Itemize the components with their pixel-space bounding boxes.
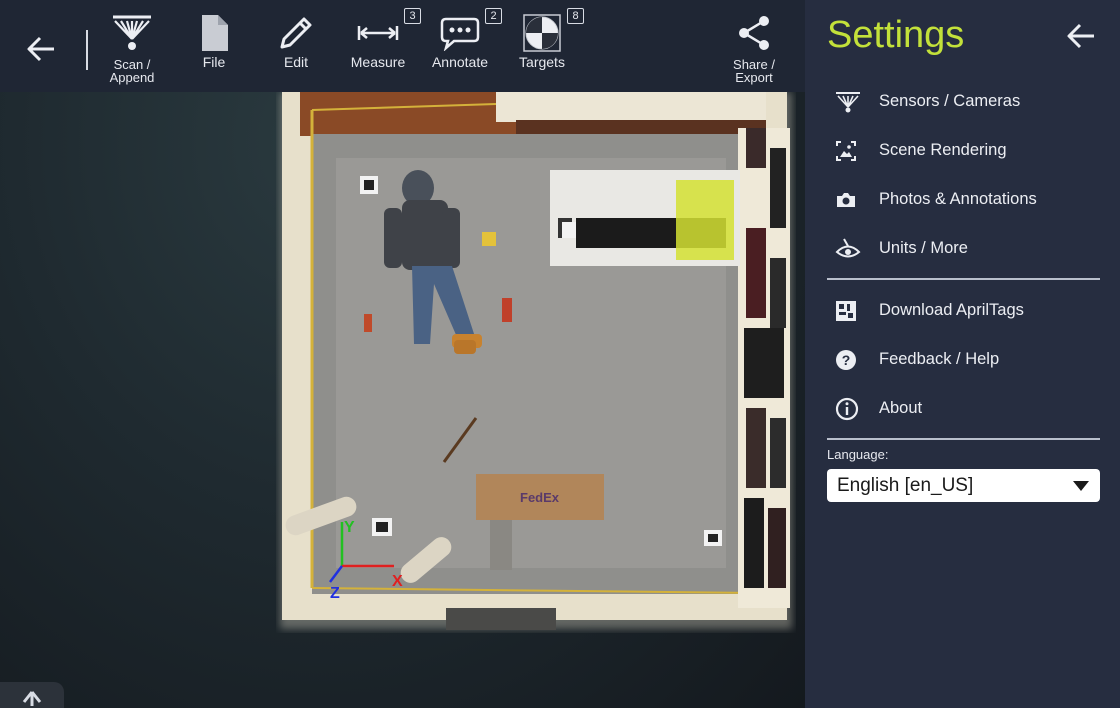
target-icon	[523, 14, 561, 52]
menu-item-about[interactable]: About	[827, 384, 1100, 433]
x-axis-label: X	[392, 573, 403, 590]
measure-icon	[357, 26, 399, 40]
upload-icon	[22, 691, 42, 706]
toolbar-separator	[86, 30, 88, 70]
menu-divider	[827, 278, 1100, 280]
image-icon	[836, 140, 856, 161]
apriltag-icon	[836, 300, 856, 321]
chevron-down-icon	[1073, 480, 1089, 491]
arrow-left-icon	[27, 36, 54, 62]
scan-append-button[interactable]: Scan / Append	[92, 10, 172, 86]
sensor-icon	[836, 91, 860, 112]
targets-label: Targets	[519, 54, 565, 70]
room-scan-render: FedEx Y X Z	[280, 90, 792, 630]
menu-label: Sensors / Cameras	[879, 92, 1021, 110]
edit-label: Edit	[283, 54, 309, 70]
pencil-icon	[280, 17, 312, 49]
arrow-left-icon	[1067, 23, 1094, 49]
measure-button[interactable]: 3 Measure	[338, 8, 421, 86]
menu-label: About	[879, 399, 923, 417]
settings-title: Settings	[827, 14, 965, 56]
annotate-count-badge: 2	[485, 8, 502, 24]
menu-item-units-more[interactable]: Units / More	[827, 224, 1100, 273]
targets-count-badge: 8	[567, 8, 584, 24]
scan-icon	[113, 15, 151, 50]
measure-label: Measure	[350, 54, 406, 70]
annotate-button[interactable]: 2 Annotate	[420, 8, 502, 86]
toolbar-back-button[interactable]	[20, 28, 62, 70]
scene-viewport[interactable]: FedEx Y X Z	[0, 0, 805, 708]
menu-item-sensors-cameras[interactable]: Sensors / Cameras	[827, 77, 1100, 126]
svg-text:?: ?	[842, 352, 851, 368]
share-icon	[739, 16, 769, 50]
file-icon	[202, 15, 228, 51]
help-icon: ?	[836, 349, 856, 370]
edit-button[interactable]: Edit	[256, 10, 336, 86]
targets-button[interactable]: 8 Targets	[502, 8, 584, 86]
language-select[interactable]: English [en_US]	[827, 469, 1100, 502]
share-export-button[interactable]: Share / Export	[714, 10, 794, 86]
camera-icon	[837, 192, 855, 207]
share-label-2: Export	[735, 70, 773, 85]
info-icon	[835, 397, 859, 420]
z-axis-label: Z	[330, 585, 340, 602]
annotate-label: Annotate	[431, 54, 489, 70]
menu-label: Units / More	[879, 239, 968, 257]
fedex-box-label: FedEx	[520, 490, 560, 505]
upload-button[interactable]	[0, 682, 64, 708]
language-label: Language:	[827, 447, 889, 462]
file-button[interactable]: File	[174, 10, 254, 86]
measure-count-badge: 3	[404, 8, 421, 24]
y-axis-label: Y	[344, 519, 355, 536]
menu-item-photos-annotations[interactable]: Photos & Annotations	[827, 175, 1100, 224]
scan-label-2: Append	[109, 70, 155, 85]
menu-label: Download AprilTags	[879, 301, 1024, 319]
settings-panel: Settings Sensors / Cameras Scene Renderi…	[805, 0, 1120, 708]
room-scan: FedEx Y X Z	[276, 88, 796, 633]
menu-label: Scene Rendering	[879, 141, 1007, 159]
settings-menu: Sensors / Cameras Scene Rendering Photos…	[827, 77, 1100, 446]
settings-close-button[interactable]	[1061, 16, 1101, 56]
menu-divider	[827, 438, 1100, 440]
top-toolbar: Scan / Append File Edit 3 Measure 2 Anno…	[0, 0, 805, 92]
menu-label: Photos & Annotations	[879, 190, 1037, 208]
menu-item-scene-rendering[interactable]: Scene Rendering	[827, 126, 1100, 175]
language-value: English [en_US]	[837, 474, 974, 496]
menu-item-feedback-help[interactable]: ? Feedback / Help	[827, 335, 1100, 384]
speech-bubble-icon	[440, 17, 480, 51]
menu-label: Feedback / Help	[879, 350, 1000, 368]
file-label: File	[202, 54, 226, 70]
menu-item-download-apriltags[interactable]: Download AprilTags	[827, 286, 1100, 335]
eye-icon	[835, 238, 861, 257]
